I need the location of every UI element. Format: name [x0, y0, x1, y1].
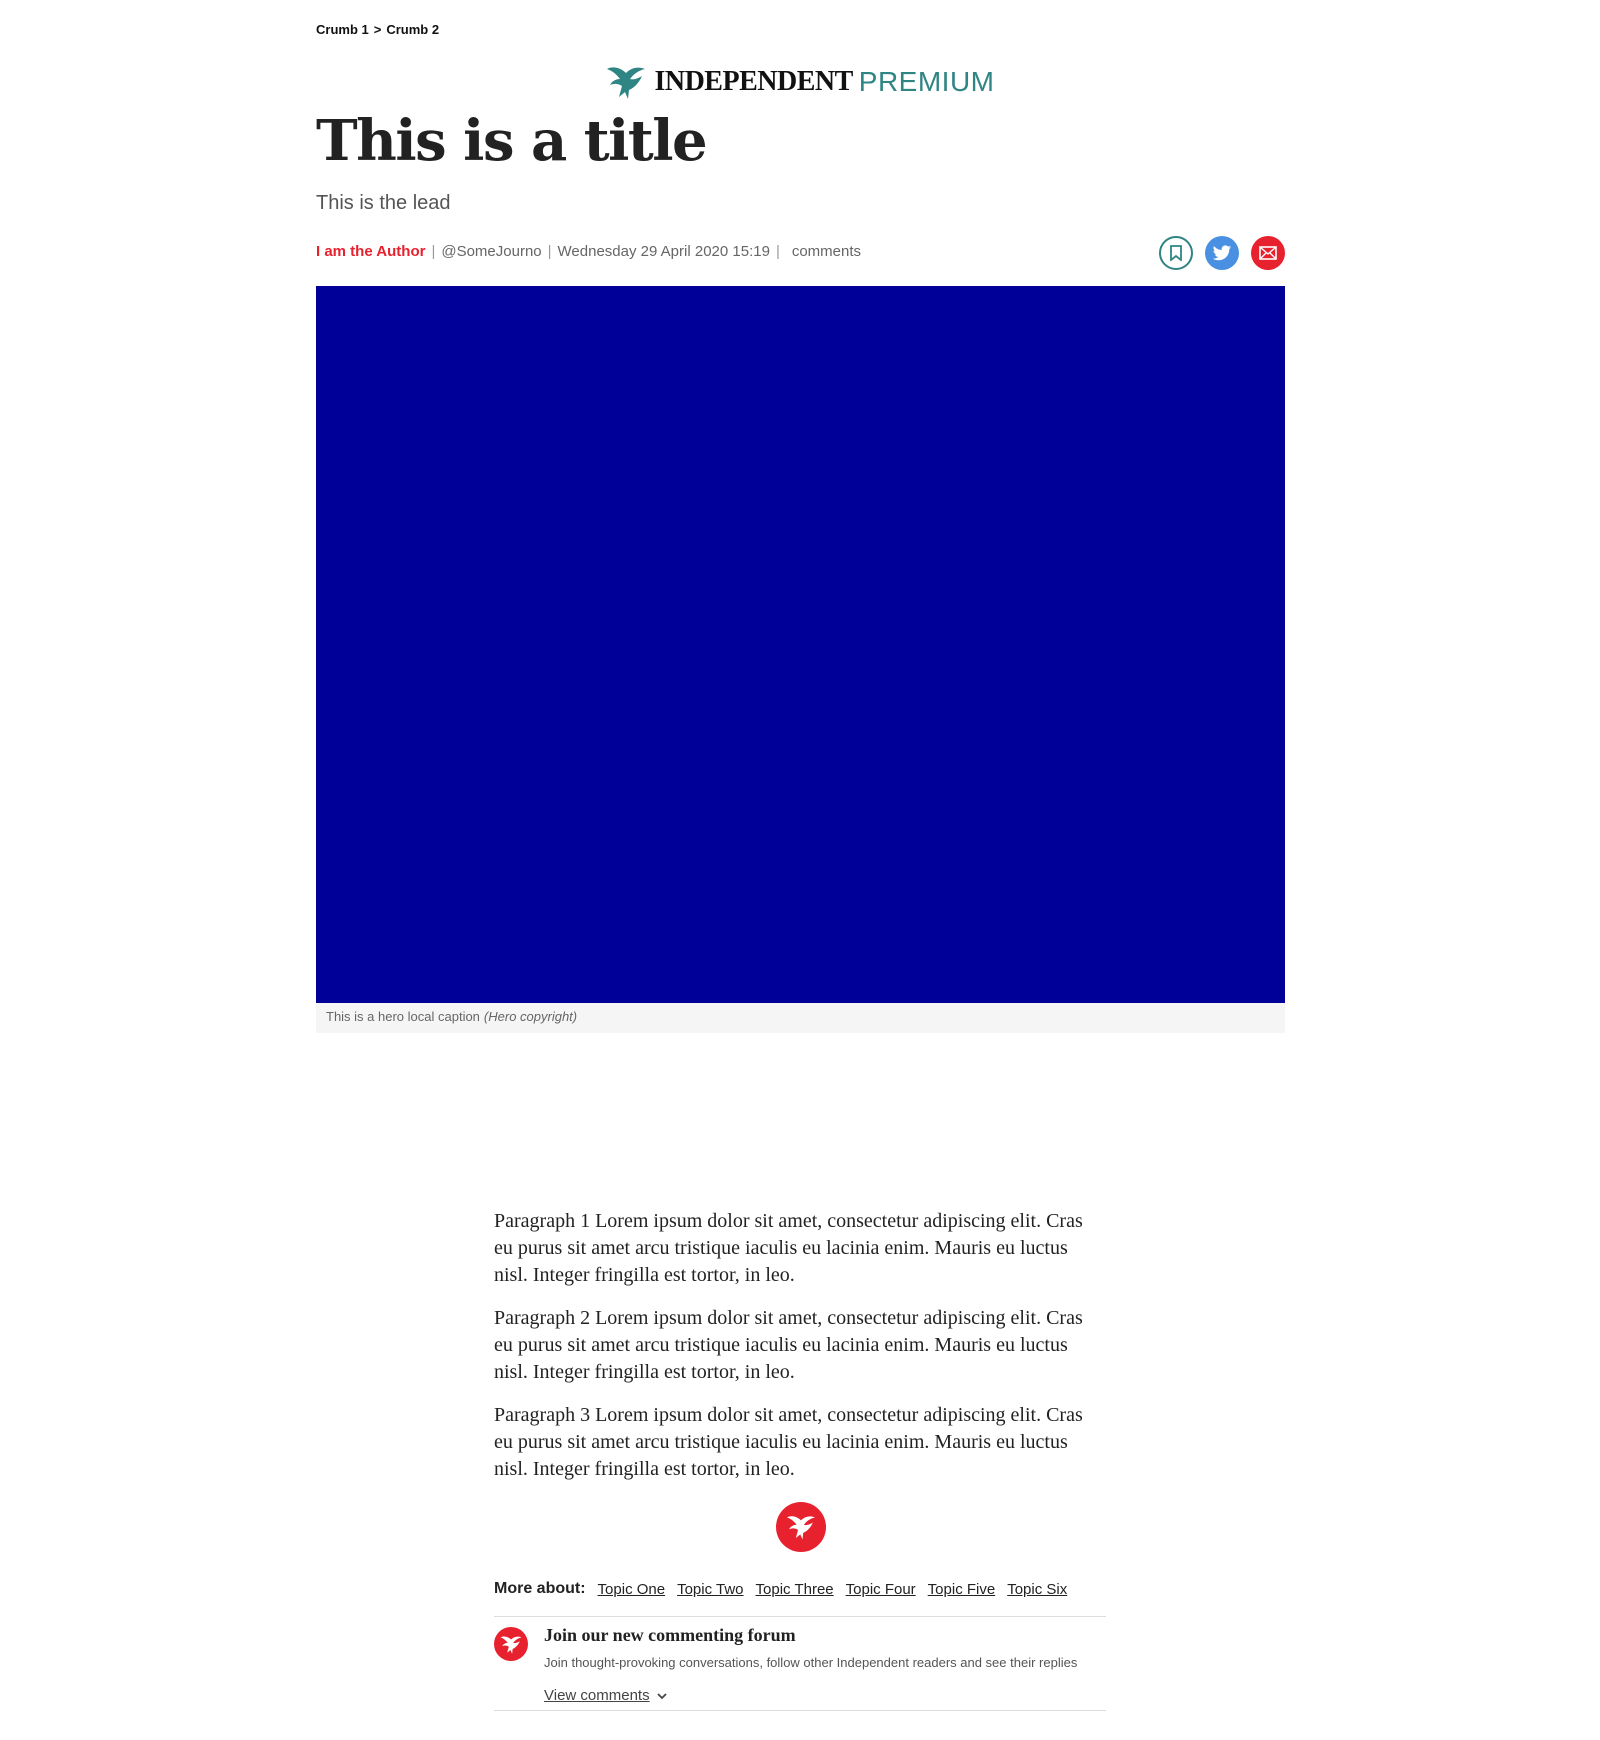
comments-link[interactable]: comments	[792, 243, 861, 260]
hero-image	[316, 286, 1285, 1003]
topic-link[interactable]: Topic Two	[677, 1581, 743, 1598]
publish-date: Wednesday 29 April 2020 15:19	[557, 243, 770, 260]
masthead-brand: INDEPENDENT	[654, 66, 853, 97]
comment-forum-promo: Join our new commenting forum Join thoug…	[494, 1616, 1106, 1711]
topic-link[interactable]: Topic Three	[756, 1581, 834, 1598]
topic-link[interactable]: Topic Four	[846, 1581, 916, 1598]
topic-link[interactable]: Topic Six	[1007, 1581, 1067, 1598]
email-icon	[1259, 246, 1277, 260]
byline-divider: |	[547, 243, 552, 260]
more-about-label: More about:	[494, 1580, 586, 1597]
byline-divider: |	[431, 243, 436, 260]
end-of-article-eagle-icon	[776, 1502, 826, 1552]
paragraph: Paragraph 3 Lorem ipsum dolor sit amet, …	[494, 1404, 1083, 1480]
forum-description: Join thought-provoking conversations, fo…	[544, 1655, 1078, 1670]
hero-caption-text: This is a hero local caption	[326, 1009, 480, 1024]
breadcrumb-separator: >	[373, 22, 382, 37]
view-comments-button[interactable]: View comments	[544, 1687, 668, 1704]
twitter-share-button[interactable]	[1205, 236, 1239, 270]
view-comments-label: View comments	[544, 1687, 650, 1704]
masthead-tier: PREMIUM	[858, 66, 995, 97]
bookmark-icon	[1170, 245, 1182, 261]
more-about: More about: Topic One Topic Two Topic Th…	[494, 1580, 1106, 1598]
author-link[interactable]: I am the Author	[316, 243, 425, 260]
eagle-icon	[494, 1627, 528, 1661]
topic-link[interactable]: Topic Five	[928, 1581, 996, 1598]
author-handle[interactable]: @SomeJourno	[441, 243, 541, 260]
twitter-icon	[1212, 244, 1232, 260]
topic-link[interactable]: Topic One	[598, 1581, 666, 1598]
paragraph: Paragraph 2 Lorem ipsum dolor sit amet, …	[494, 1307, 1083, 1383]
masthead[interactable]: INDEPENDENT PREMIUM	[316, 62, 1285, 102]
eagle-logo-icon	[607, 67, 646, 99]
breadcrumb-item-1[interactable]: Crumb 1	[316, 22, 369, 37]
share-actions	[1159, 236, 1285, 270]
hero-copyright: (Hero copyright)	[483, 1009, 578, 1024]
email-share-button[interactable]	[1251, 236, 1285, 270]
breadcrumb-item-2[interactable]: Crumb 2	[386, 22, 439, 37]
paragraph: Paragraph 1 Lorem ipsum dolor sit amet, …	[494, 1210, 1083, 1286]
byline-divider: |	[775, 243, 780, 260]
byline: I am the Author | @SomeJourno | Wednesda…	[316, 243, 861, 260]
breadcrumb: Crumb 1 > Crumb 2	[316, 22, 439, 37]
article-title: This is a title	[316, 108, 708, 174]
forum-title: Join our new commenting forum	[544, 1625, 796, 1645]
article-body: Paragraph 1 Lorem ipsum dolor sit amet, …	[494, 1208, 1106, 1499]
hero-caption: This is a hero local caption (Hero copyri…	[316, 1003, 1285, 1033]
chevron-down-icon	[656, 1692, 667, 1699]
bookmark-button[interactable]	[1159, 236, 1193, 270]
article-lead: This is the lead	[316, 192, 451, 214]
